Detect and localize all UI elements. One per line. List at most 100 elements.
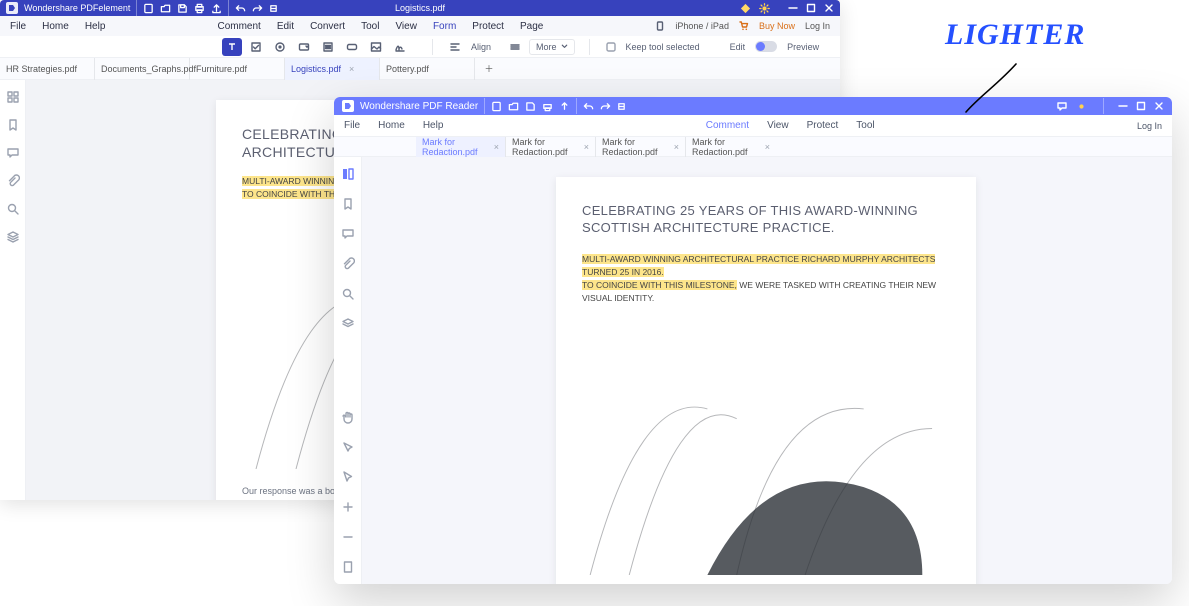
buy-now-link[interactable]: Buy Now: [759, 21, 795, 31]
tab-protect[interactable]: Protect: [807, 120, 839, 131]
close-icon[interactable]: [1154, 101, 1164, 111]
more-dropdown[interactable]: More: [529, 39, 575, 55]
tab-comment[interactable]: Comment: [706, 120, 749, 131]
listbox-tool[interactable]: [318, 38, 338, 56]
menu-file[interactable]: File: [344, 120, 360, 131]
edit-label[interactable]: Edit: [724, 42, 752, 52]
tab-tool[interactable]: Tool: [856, 120, 874, 131]
doc-tab[interactable]: Pottery.pdf: [380, 58, 475, 80]
preview-label[interactable]: Preview: [781, 42, 825, 52]
save-icon[interactable]: [525, 101, 536, 112]
brightness-icon[interactable]: [1076, 101, 1087, 112]
bookmark-icon[interactable]: [341, 197, 355, 211]
open-icon[interactable]: [508, 101, 519, 112]
doc-tab[interactable]: Documents_Graphs.pdf: [95, 58, 190, 80]
tab-close-icon[interactable]: ×: [765, 142, 770, 152]
undo-icon[interactable]: [583, 101, 594, 112]
print-icon[interactable]: [194, 3, 205, 14]
tab-convert[interactable]: Convert: [310, 21, 345, 32]
new-tab-button[interactable]: ＋: [475, 58, 503, 80]
menu-home[interactable]: Home: [378, 120, 405, 131]
thumbnails-icon[interactable]: [341, 167, 355, 181]
align-label[interactable]: Align: [465, 42, 497, 52]
new-icon[interactable]: [491, 101, 502, 112]
search-icon[interactable]: [6, 202, 20, 216]
save-icon[interactable]: [177, 3, 188, 14]
chat-icon[interactable]: [1056, 100, 1068, 112]
window-titlebar[interactable]: Wondershare PDFelement Logistics.pdf: [0, 0, 840, 16]
menu-help[interactable]: Help: [85, 21, 106, 32]
radio-tool[interactable]: [270, 38, 290, 56]
thumbnails-icon[interactable]: [6, 90, 20, 104]
tab-close-icon[interactable]: ×: [349, 64, 354, 74]
doc-tab[interactable]: Logistics.pdf×: [285, 58, 380, 80]
doc-tab[interactable]: HR Strategies.pdf: [0, 58, 95, 80]
tab-tool[interactable]: Tool: [361, 21, 379, 32]
attachments-icon[interactable]: [6, 174, 20, 188]
toggle-switch[interactable]: [755, 41, 777, 52]
share-icon[interactable]: [559, 101, 570, 112]
tab-close-icon[interactable]: ×: [584, 142, 589, 152]
redo-icon[interactable]: [252, 3, 263, 14]
login-link[interactable]: Log In: [1137, 121, 1162, 131]
bookmark-icon[interactable]: [6, 118, 20, 132]
arrow-icon[interactable]: [341, 470, 355, 484]
keep-tool-label[interactable]: Keep tool selected: [620, 42, 706, 52]
close-icon[interactable]: [824, 3, 834, 13]
doc-tab[interactable]: Furniture.pdf: [190, 58, 285, 80]
login-link[interactable]: Log In: [805, 21, 830, 31]
align-icon[interactable]: [449, 41, 461, 53]
layers-icon[interactable]: [341, 317, 355, 331]
plus-icon[interactable]: [341, 500, 355, 514]
search-icon[interactable]: [341, 287, 355, 301]
undo-icon[interactable]: [235, 3, 246, 14]
tab-close-icon[interactable]: ×: [674, 142, 679, 152]
new-icon[interactable]: [143, 3, 154, 14]
share-icon[interactable]: [211, 3, 222, 14]
image-tool[interactable]: [366, 38, 386, 56]
doc-tab[interactable]: Mark for Redaction.pdf×: [596, 137, 686, 157]
minimize-icon[interactable]: [788, 3, 798, 13]
minus-icon[interactable]: [341, 530, 355, 544]
textfield-tool[interactable]: [222, 38, 242, 56]
redo-icon[interactable]: [600, 101, 611, 112]
window-titlebar[interactable]: Wondershare PDF Reader: [334, 97, 1172, 115]
attachments-icon[interactable]: [341, 257, 355, 271]
minimize-icon[interactable]: [1118, 101, 1128, 111]
diamond-icon[interactable]: [740, 3, 751, 14]
dropdown-tool[interactable]: [294, 38, 314, 56]
open-icon[interactable]: [160, 3, 171, 14]
page-icon[interactable]: [341, 560, 355, 574]
tab-protect[interactable]: Protect: [472, 21, 504, 32]
comments-icon[interactable]: [6, 146, 20, 160]
dropdown-icon[interactable]: [269, 4, 278, 13]
document-canvas[interactable]: CELEBRATING 25 YEARS OF THIS AWARD-WINNI…: [362, 157, 1172, 584]
tab-page[interactable]: Page: [520, 21, 543, 32]
more-icon[interactable]: [509, 41, 521, 53]
dropdown-icon[interactable]: [617, 102, 626, 111]
tab-comment[interactable]: Comment: [217, 21, 260, 32]
tab-view[interactable]: View: [767, 120, 789, 131]
doc-tab[interactable]: Mark for Redaction.pdf×: [506, 137, 596, 157]
button-tool[interactable]: [342, 38, 362, 56]
tab-form[interactable]: Form: [433, 21, 456, 32]
layers-icon[interactable]: [6, 230, 20, 244]
menu-help[interactable]: Help: [423, 120, 444, 131]
maximize-icon[interactable]: [806, 3, 816, 13]
checkbox-icon[interactable]: [606, 42, 616, 52]
tab-view[interactable]: View: [395, 21, 417, 32]
tab-close-icon[interactable]: ×: [494, 142, 499, 152]
menu-home[interactable]: Home: [42, 21, 69, 32]
signature-tool[interactable]: [390, 38, 410, 56]
checkbox-tool[interactable]: [246, 38, 266, 56]
doc-tab[interactable]: Mark for Redaction.pdf×: [416, 137, 506, 157]
maximize-icon[interactable]: [1136, 101, 1146, 111]
print-icon[interactable]: [542, 101, 553, 112]
hand-icon[interactable]: [341, 410, 355, 424]
tab-edit[interactable]: Edit: [277, 21, 294, 32]
select-icon[interactable]: [341, 440, 355, 454]
menu-file[interactable]: File: [10, 21, 26, 32]
comments-icon[interactable]: [341, 227, 355, 241]
doc-tab[interactable]: Mark for Redaction.pdf×: [686, 137, 776, 157]
brightness-icon[interactable]: [759, 3, 770, 14]
